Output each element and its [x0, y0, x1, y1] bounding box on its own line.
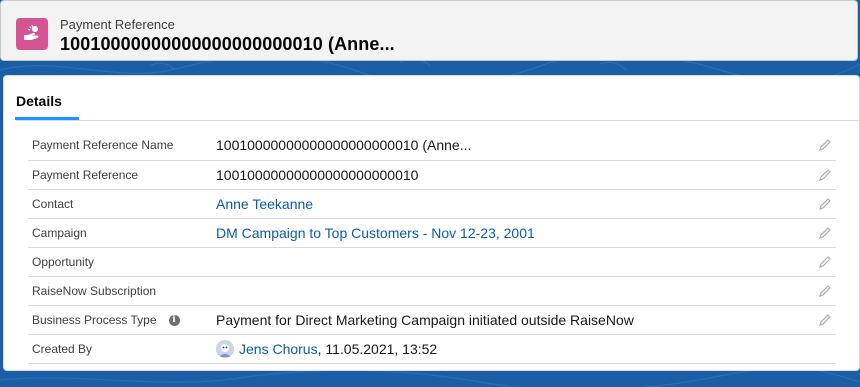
field-value: Payment for Direct Marketing Campaign in…	[216, 312, 634, 328]
tab-divider	[16, 120, 859, 121]
field-label: RaiseNow Subscription	[32, 284, 157, 298]
field-label: Business Process Type	[32, 313, 157, 327]
field-label: Payment Reference	[32, 168, 139, 182]
pencil-icon[interactable]	[818, 138, 832, 152]
field-row-contact: Contact Anne Teekanne	[28, 190, 836, 219]
field-label: Campaign	[32, 226, 87, 240]
created-date: , 11.05.2021, 13:52	[317, 341, 438, 357]
field-value-container: Anne Teekanne	[216, 190, 313, 218]
field-row-raisenow-subscription: RaiseNow Subscription	[28, 277, 836, 306]
campaign-link[interactable]: DM Campaign to Top Customers - Nov 12-23…	[216, 225, 535, 241]
field-value: 10010000000000000000000010	[216, 167, 419, 183]
field-row-campaign: Campaign DM Campaign to Top Customers - …	[28, 219, 836, 248]
field-label: Contact	[32, 197, 74, 211]
contact-link[interactable]: Anne Teekanne	[216, 196, 313, 212]
info-icon[interactable]: i	[168, 314, 180, 326]
created-by-user-link[interactable]: Jens Chorus	[239, 341, 318, 357]
tab-active-indicator	[15, 117, 79, 120]
field-row-payment-reference: Payment Reference 1001000000000000000000…	[28, 161, 836, 190]
field-value-container: DM Campaign to Top Customers - Nov 12-23…	[216, 219, 535, 247]
pencil-icon[interactable]	[818, 255, 832, 269]
record-title: 10010000000000000000000010 (Anne...	[60, 34, 395, 54]
pencil-icon[interactable]	[818, 284, 832, 298]
field-row-created-by: Created By Jens Chorus, 11.05.2021, 13:5…	[28, 335, 836, 364]
field-row-payment-reference-name: Payment Reference Name 10010000000000000…	[28, 130, 836, 161]
record-header: Payment Reference 1001000000000000000000…	[0, 0, 858, 61]
hand-coin-icon	[16, 18, 48, 50]
field-label-container: Business Process Type i	[32, 306, 180, 334]
pencil-icon[interactable]	[818, 168, 832, 182]
pencil-icon[interactable]	[818, 197, 832, 211]
field-row-opportunity: Opportunity	[28, 248, 836, 277]
details-card: Details Payment Reference Name 100100000…	[3, 75, 860, 371]
field-label: Payment Reference Name	[32, 138, 174, 152]
object-label: Payment Reference	[60, 17, 175, 32]
field-row-business-process-type: Business Process Type i Payment for Direc…	[28, 306, 836, 335]
field-label: Created By	[32, 342, 93, 356]
tab-details[interactable]: Details	[16, 93, 62, 109]
field-list: Payment Reference Name 10010000000000000…	[28, 130, 836, 364]
field-value: 10010000000000000000000010 (Anne...	[216, 137, 472, 153]
pencil-icon[interactable]	[818, 226, 832, 240]
pencil-icon[interactable]	[818, 313, 832, 327]
avatar	[216, 340, 234, 358]
field-label: Opportunity	[32, 255, 95, 269]
field-value-container: Jens Chorus, 11.05.2021, 13:52	[216, 335, 437, 363]
